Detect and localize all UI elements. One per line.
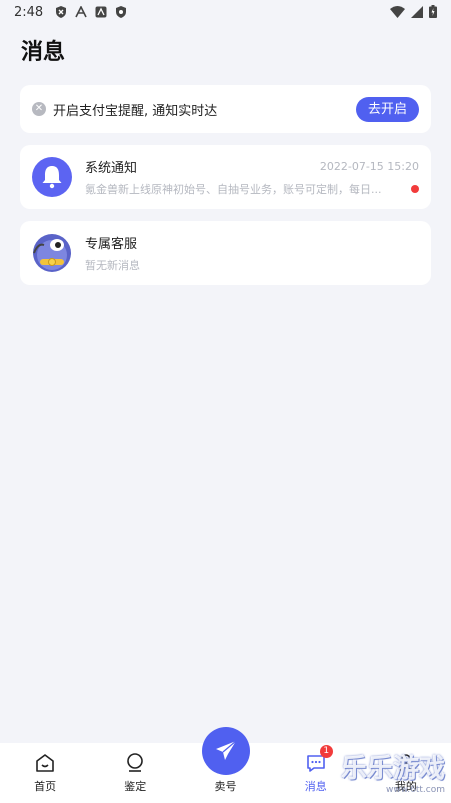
message-time: 2022-07-15 15:20: [319, 160, 419, 173]
tab-label: 消息: [304, 780, 327, 793]
enable-notice-button[interactable]: 去开启: [356, 96, 419, 122]
bell-icon: [32, 157, 72, 197]
wifi-icon: [390, 5, 405, 22]
tab-home[interactable]: 首页: [0, 743, 90, 803]
message-body: 系统通知 2022-07-15 15:20 氪金兽新上线原神初始号、自抽号业务，…: [85, 157, 419, 197]
message-body: 专属客服 暂无新消息: [85, 233, 419, 273]
status-time: 2:48: [14, 4, 44, 20]
send-icon: [215, 740, 236, 760]
tab-label: 首页: [34, 780, 57, 793]
message-item-system[interactable]: 系统通知 2022-07-15 15:20 氪金兽新上线原神初始号、自抽号业务，…: [20, 145, 431, 209]
close-icon[interactable]: ✕: [32, 102, 46, 116]
message-item-service[interactable]: 专属客服 暂无新消息: [20, 221, 431, 285]
page-title: 消息: [21, 40, 66, 65]
bottom-tabbar: 首页 鉴定 卖号 1 消息 我的: [0, 727, 451, 803]
message-sender: 系统通知: [85, 161, 138, 176]
notice-text: 开启支付宝提醒, 通知实时达: [53, 103, 218, 119]
shield-x-icon: [55, 6, 67, 18]
message-preview: 暂无新消息: [85, 259, 140, 272]
user-icon: [398, 754, 414, 773]
shield-icon: [115, 6, 127, 18]
unread-badge: 1: [319, 745, 333, 758]
tab-profile[interactable]: 我的: [361, 743, 451, 803]
battery-icon: [429, 5, 437, 22]
tab-appraise[interactable]: 鉴定: [90, 743, 180, 803]
a-box-icon: [95, 6, 107, 18]
tab-label: 卖号: [214, 780, 237, 793]
alipay-notice-card: ✕ 开启支付宝提醒, 通知实时达 去开启: [20, 85, 431, 133]
message-sender: 专属客服: [85, 237, 138, 252]
tab-label: 鉴定: [124, 780, 147, 793]
message-preview: 氪金兽新上线原神初始号、自抽号业务，账号可定制，每日...: [85, 183, 382, 196]
tab-messages[interactable]: 1 消息: [271, 743, 361, 803]
unread-dot: [411, 185, 419, 193]
status-bar: 2:48: [0, 0, 451, 24]
tab-label: 我的: [394, 780, 417, 793]
status-right: [390, 5, 437, 22]
a-logo-icon: [75, 5, 87, 18]
appraise-icon: [127, 753, 144, 772]
monster-avatar: [32, 233, 72, 273]
signal-icon: [411, 5, 423, 22]
home-icon: [36, 754, 54, 772]
tab-sell[interactable]: 卖号: [180, 727, 270, 803]
sell-button[interactable]: [201, 727, 250, 775]
